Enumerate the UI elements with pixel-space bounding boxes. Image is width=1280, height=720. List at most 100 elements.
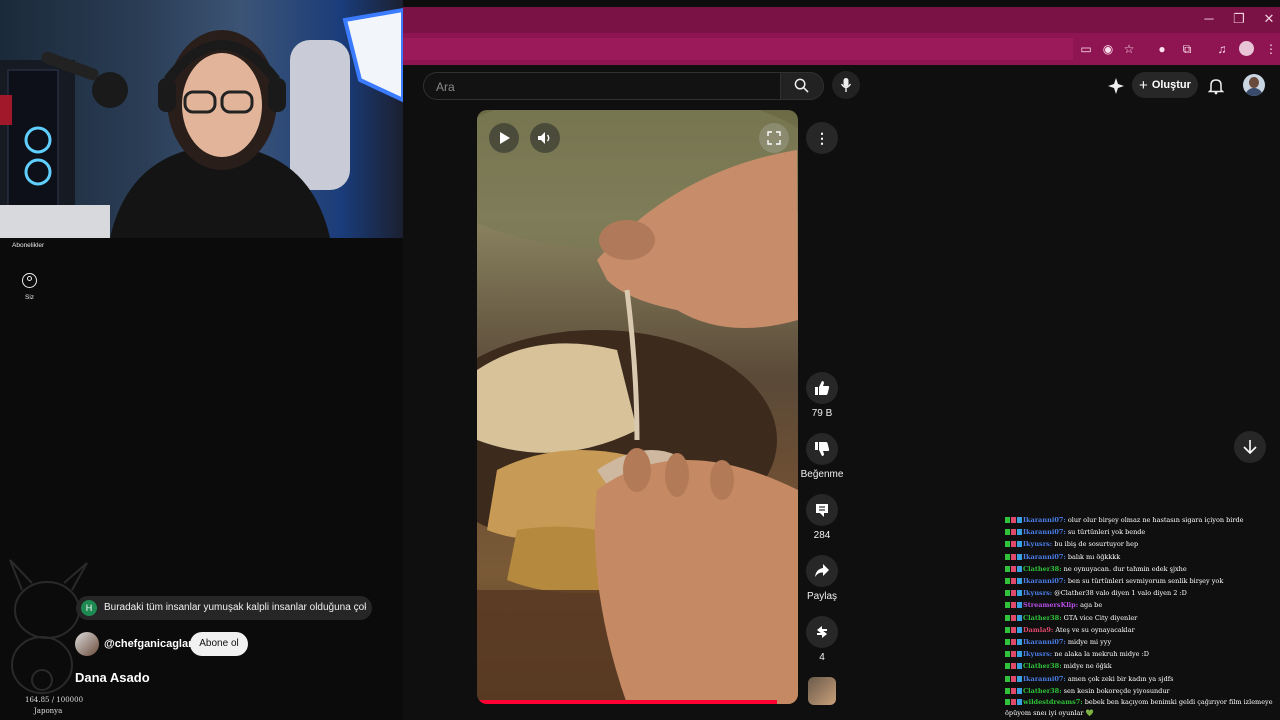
share-button[interactable] — [806, 555, 838, 587]
media-icon[interactable]: ♫ — [1213, 40, 1231, 58]
like-button[interactable] — [806, 372, 838, 404]
chat-message: Clather38: ne oynuyacan. dur tahmin edek… — [1005, 563, 1280, 575]
chat-message: Ikaranni07: midye mi yyy — [1005, 636, 1280, 648]
eye-off-icon[interactable]: ◉ — [1099, 40, 1117, 58]
chat-text: su türtünleri yok bende — [1065, 528, 1146, 537]
profile-avatar[interactable] — [1239, 41, 1254, 56]
search-button[interactable] — [780, 72, 824, 100]
play-icon — [500, 132, 510, 144]
chat-username[interactable]: wildestdreams7: — [1023, 698, 1083, 706]
chat-badges — [1005, 516, 1023, 524]
subscribe-button[interactable]: Abone ol — [190, 632, 248, 656]
chat-text: bu ibiş de sosurtuyor hep — [1052, 540, 1139, 549]
extension-icon[interactable]: ● — [1153, 40, 1171, 58]
create-label: Oluştur — [1151, 79, 1191, 91]
chat-message: Ikaranni07: amen çok zeki bir kadın ya s… — [1005, 673, 1280, 685]
chat-username[interactable]: Ikyusrs: — [1023, 650, 1052, 658]
close-window-button[interactable]: ✕ — [1258, 10, 1280, 28]
restore-button[interactable]: ❐ — [1228, 10, 1250, 28]
chat-message: Damla9: Ateş ve su oynayacaklar — [1005, 624, 1280, 636]
shorts-video-player[interactable] — [477, 110, 798, 704]
remix-button[interactable] — [806, 616, 838, 648]
chat-text: ne alaka la mekruh midye :D — [1052, 650, 1149, 659]
more-options-icon[interactable]: ⋮ — [806, 122, 838, 154]
chat-badges — [1005, 687, 1023, 695]
chat-username[interactable]: Ikaranni07: — [1023, 675, 1066, 683]
address-bar[interactable] — [403, 38, 1073, 60]
sparkle-icon[interactable] — [1107, 77, 1125, 95]
create-button[interactable]: + Oluştur — [1132, 72, 1198, 98]
chat-message: Ikaranni07: balık mı öğkkkk — [1005, 551, 1280, 563]
chat-text: balık mı öğkkkk — [1065, 552, 1121, 561]
dislike-button[interactable] — [806, 433, 838, 465]
chat-username[interactable]: StreamersKlip: — [1023, 601, 1078, 609]
notifications-bell-icon[interactable] — [1207, 77, 1225, 95]
share-icon — [815, 564, 829, 577]
chat-text: ne oynuyacan. dur tahmin edek şjxhe — [1061, 564, 1187, 573]
chat-username[interactable]: Clather38: — [1023, 614, 1062, 622]
sound-thumbnail[interactable] — [808, 677, 836, 705]
chat-text: Ateş ve su oynayacaklar — [1053, 625, 1135, 634]
minimize-button[interactable]: ─ — [1198, 10, 1220, 28]
chat-badges — [1005, 675, 1023, 683]
chat-text: sen kesin bokoreçde yiyosundur — [1061, 686, 1170, 695]
chat-username[interactable]: Ikaranni07: — [1023, 528, 1066, 536]
chat-message: Clather38: midye ne öğkk — [1005, 660, 1280, 672]
bookmark-star-icon[interactable]: ☆ — [1120, 40, 1138, 58]
stream-chat: Ikaranni07: olur olur birşey olmaz ne ha… — [1005, 514, 1280, 720]
browser-menu-icon[interactable]: ⋮ — [1262, 40, 1280, 58]
chat-message: Clather38: sen kesin bokoreçde yiyosundu… — [1005, 685, 1280, 697]
chat-message: wildestdreams7: bebek ben kaçıyom benimk… — [1005, 697, 1280, 719]
comments-button[interactable] — [806, 494, 838, 526]
voice-search-button[interactable] — [832, 71, 860, 99]
search-input[interactable] — [434, 77, 768, 97]
chat-username[interactable]: Clather38: — [1023, 687, 1062, 695]
subscriptions-label[interactable]: Abonelikler — [12, 242, 44, 249]
play-button[interactable] — [489, 123, 519, 153]
cast-icon[interactable]: ▭ — [1077, 40, 1095, 58]
volume-button[interactable] — [530, 123, 560, 153]
chat-badges — [1005, 589, 1023, 597]
chat-message: Ikyusrs: @Clather38 valo diyen 1 valo di… — [1005, 587, 1280, 599]
comment-preview[interactable]: H Buradaki tüm insanlar yumuşak kalpli i… — [76, 596, 372, 620]
short-title[interactable]: Dana Asado — [75, 670, 150, 685]
chat-username[interactable]: Ikaranni07: — [1023, 577, 1066, 585]
chat-username[interactable]: Ikyusrs: — [1023, 589, 1052, 597]
chat-message: Ikyusrs: bu ibiş de sosurtuyor hep — [1005, 538, 1280, 550]
dislike-label: Beğenme — [800, 469, 844, 480]
chat-username[interactable]: Ikaranni07: — [1023, 516, 1066, 524]
chat-text: ben su türtünleri sevmiyorum senlik birş… — [1065, 577, 1224, 586]
channel-avatar-small[interactable] — [75, 632, 99, 656]
channel-avatar[interactable] — [1243, 74, 1265, 96]
webcam-overlay — [0, 0, 403, 238]
thumbs-down-icon — [815, 442, 830, 456]
channel-handle[interactable]: @chefganicaglar — [104, 638, 192, 650]
like-count: 79 B — [811, 408, 833, 419]
next-short-button[interactable] — [1234, 431, 1266, 463]
chat-username[interactable]: Ikaranni07: — [1023, 638, 1066, 646]
volume-icon — [538, 132, 550, 144]
chat-username[interactable]: Ikyusrs: — [1023, 540, 1052, 548]
chat-username[interactable]: Clather38: — [1023, 662, 1062, 670]
chat-username[interactable]: Clather38: — [1023, 565, 1062, 573]
chat-message: Clather38: GTA vice City diyenler — [1005, 612, 1280, 624]
fullscreen-icon — [767, 131, 781, 145]
you-label[interactable]: Siz — [25, 294, 34, 301]
chat-text: amen çok zeki bir kadın ya sjdfs — [1065, 674, 1174, 683]
chat-username[interactable]: Ikaranni07: — [1023, 553, 1066, 561]
chat-username[interactable]: Damla9: — [1023, 626, 1053, 634]
chat-badges — [1005, 577, 1023, 585]
account-icon[interactable] — [22, 273, 37, 288]
browser-tab-strip — [403, 7, 1280, 33]
chat-message: Ikyusrs: ne alaka la mekruh midye :D — [1005, 648, 1280, 660]
comment-preview-text: Buradaki tüm insanlar yumuşak kalpli ins… — [104, 602, 366, 613]
puzzle-icon[interactable]: ⧉ — [1178, 40, 1196, 58]
chat-badges — [1005, 662, 1023, 670]
comment-count: 284 — [813, 530, 831, 541]
webcam-scene — [0, 7, 403, 238]
chat-text: olur olur birşey olmaz ne hastasın sigar… — [1065, 516, 1244, 524]
chat-message: StreamersKlip: aga be — [1005, 599, 1280, 611]
search-icon — [794, 78, 809, 93]
fullscreen-button[interactable] — [759, 123, 789, 153]
chat-text: aga be — [1078, 601, 1103, 610]
